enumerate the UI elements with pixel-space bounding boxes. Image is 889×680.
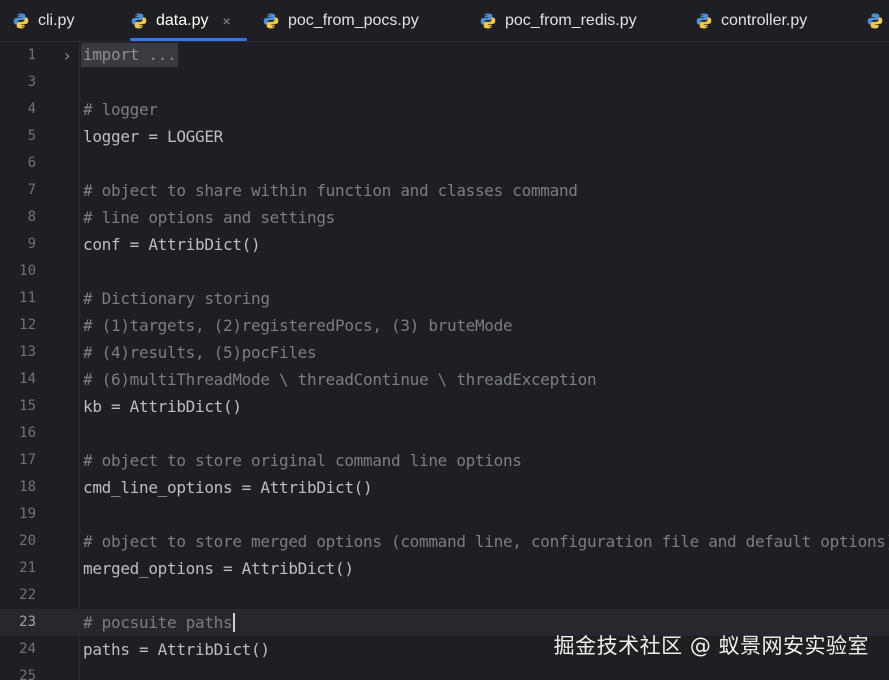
python-icon — [131, 13, 147, 28]
tab-cli-py[interactable]: cli.py — [12, 0, 74, 41]
code-text: paths = AttribDict() — [83, 640, 270, 659]
line-number[interactable]: 18 — [0, 474, 36, 501]
tab-label: data.py — [156, 11, 209, 29]
code-comment: # (4)results, (5)pocFiles — [83, 343, 317, 362]
close-icon[interactable]: × — [222, 13, 230, 29]
code-comment: # (6)multiThreadMode \ threadContinue \ … — [83, 370, 597, 389]
code-line[interactable]: 9 conf = AttribDict() — [0, 231, 889, 258]
line-number[interactable]: 19 — [0, 501, 36, 528]
tab-label: poc_from_pocs.py — [288, 11, 419, 29]
line-number[interactable]: 11 — [0, 285, 36, 312]
code-line[interactable]: 1 › import ... — [0, 42, 889, 69]
line-number[interactable]: 12 — [0, 312, 36, 339]
code-line[interactable]: 3 — [0, 69, 889, 96]
code-line[interactable]: 4 # logger — [0, 96, 889, 123]
code-line[interactable]: 13 # (4)results, (5)pocFiles — [0, 339, 889, 366]
code-line[interactable]: 25 — [0, 663, 889, 680]
text-caret — [233, 613, 236, 632]
tab-label: poc_from_redis.py — [505, 11, 637, 29]
line-number[interactable]: 23 — [0, 609, 36, 636]
code-line[interactable]: 12 # (1)targets, (2)registeredPocs, (3) b… — [0, 312, 889, 339]
code-line[interactable]: 6 — [0, 150, 889, 177]
line-number[interactable]: 4 — [0, 96, 36, 123]
tab-overflow[interactable] — [866, 0, 884, 41]
line-number[interactable]: 21 — [0, 555, 36, 582]
tab-controller-py[interactable]: controller.py — [695, 0, 807, 41]
code-comment: # pocsuite paths — [83, 609, 236, 636]
chevron-right-icon[interactable]: › — [64, 42, 70, 69]
code-line[interactable]: 14 # (6)multiThreadMode \ threadContinue … — [0, 366, 889, 393]
line-number[interactable]: 15 — [0, 393, 36, 420]
line-number[interactable]: 17 — [0, 447, 36, 474]
code-line[interactable]: 15 kb = AttribDict() — [0, 393, 889, 420]
python-icon — [263, 13, 279, 28]
active-tab-indicator — [130, 38, 247, 41]
code-line[interactable]: 16 — [0, 420, 889, 447]
python-icon — [696, 13, 712, 28]
tab-poc-from-redis-py[interactable]: poc_from_redis.py — [479, 0, 637, 41]
code-text: cmd_line_options = AttribDict() — [83, 478, 373, 497]
watermark: 掘金技术社区 @ 蚁景网安实验室 — [553, 634, 869, 658]
code-comment: # object to store merged options (comman… — [83, 532, 889, 551]
code-line[interactable]: 20 # object to store merged options (comm… — [0, 528, 889, 555]
code-line[interactable]: 5 logger = LOGGER — [0, 123, 889, 150]
code-line[interactable]: 19 — [0, 501, 889, 528]
python-icon — [867, 13, 883, 28]
code-line[interactable]: 21 merged_options = AttribDict() — [0, 555, 889, 582]
python-icon — [13, 13, 29, 28]
line-number[interactable]: 6 — [0, 150, 36, 177]
line-number[interactable]: 14 — [0, 366, 36, 393]
code-line[interactable]: 17 # object to store original command lin… — [0, 447, 889, 474]
line-number[interactable]: 16 — [0, 420, 36, 447]
code-text: logger = LOGGER — [83, 127, 223, 146]
python-icon — [480, 13, 496, 28]
line-number[interactable]: 13 — [0, 339, 36, 366]
tab-data-py[interactable]: data.py × — [130, 0, 247, 41]
line-number[interactable]: 7 — [0, 177, 36, 204]
code-editor[interactable]: 1 › import ... 3 4 # logger 5 logger = LOGGER 6 7… — [0, 42, 889, 680]
tab-label: cli.py — [38, 11, 75, 29]
line-number[interactable]: 1 — [0, 42, 36, 69]
code-line[interactable]: 8 # line options and settings — [0, 204, 889, 231]
line-number[interactable]: 25 — [0, 663, 36, 680]
code-line[interactable]: 10 — [0, 258, 889, 285]
editor-tab-bar: cli.py data.py × poc_from_pocs.py poc_fr… — [0, 0, 889, 42]
tab-label: controller.py — [721, 11, 808, 29]
folded-imports: import ... — [81, 43, 179, 67]
line-number[interactable]: 3 — [0, 69, 36, 96]
tab-poc-from-pocs-py[interactable]: poc_from_pocs.py — [262, 0, 419, 41]
code-comment: # (1)targets, (2)registeredPocs, (3) bru… — [83, 316, 513, 335]
code-line[interactable]: 11 # Dictionary storing — [0, 285, 889, 312]
code-comment: # line options and settings — [83, 208, 335, 227]
code-text: kb = AttribDict() — [83, 397, 242, 416]
code-text: conf = AttribDict() — [83, 235, 261, 254]
code-line[interactable]: 22 — [0, 582, 889, 609]
line-number[interactable]: 5 — [0, 123, 36, 150]
line-number[interactable]: 22 — [0, 582, 36, 609]
code-comment: # object to share within function and cl… — [83, 181, 578, 200]
line-number[interactable]: 24 — [0, 636, 36, 663]
line-number[interactable]: 10 — [0, 258, 36, 285]
code-line[interactable]: 7 # object to share within function and c… — [0, 177, 889, 204]
line-number[interactable]: 20 — [0, 528, 36, 555]
code-comment: # object to store original command line … — [83, 451, 522, 470]
line-number[interactable]: 8 — [0, 204, 36, 231]
code-comment: # Dictionary storing — [83, 289, 270, 308]
code-line[interactable]: 18 cmd_line_options = AttribDict() — [0, 474, 889, 501]
code-text: merged_options = AttribDict() — [83, 559, 354, 578]
code-comment: # logger — [83, 100, 158, 119]
line-number[interactable]: 9 — [0, 231, 36, 258]
